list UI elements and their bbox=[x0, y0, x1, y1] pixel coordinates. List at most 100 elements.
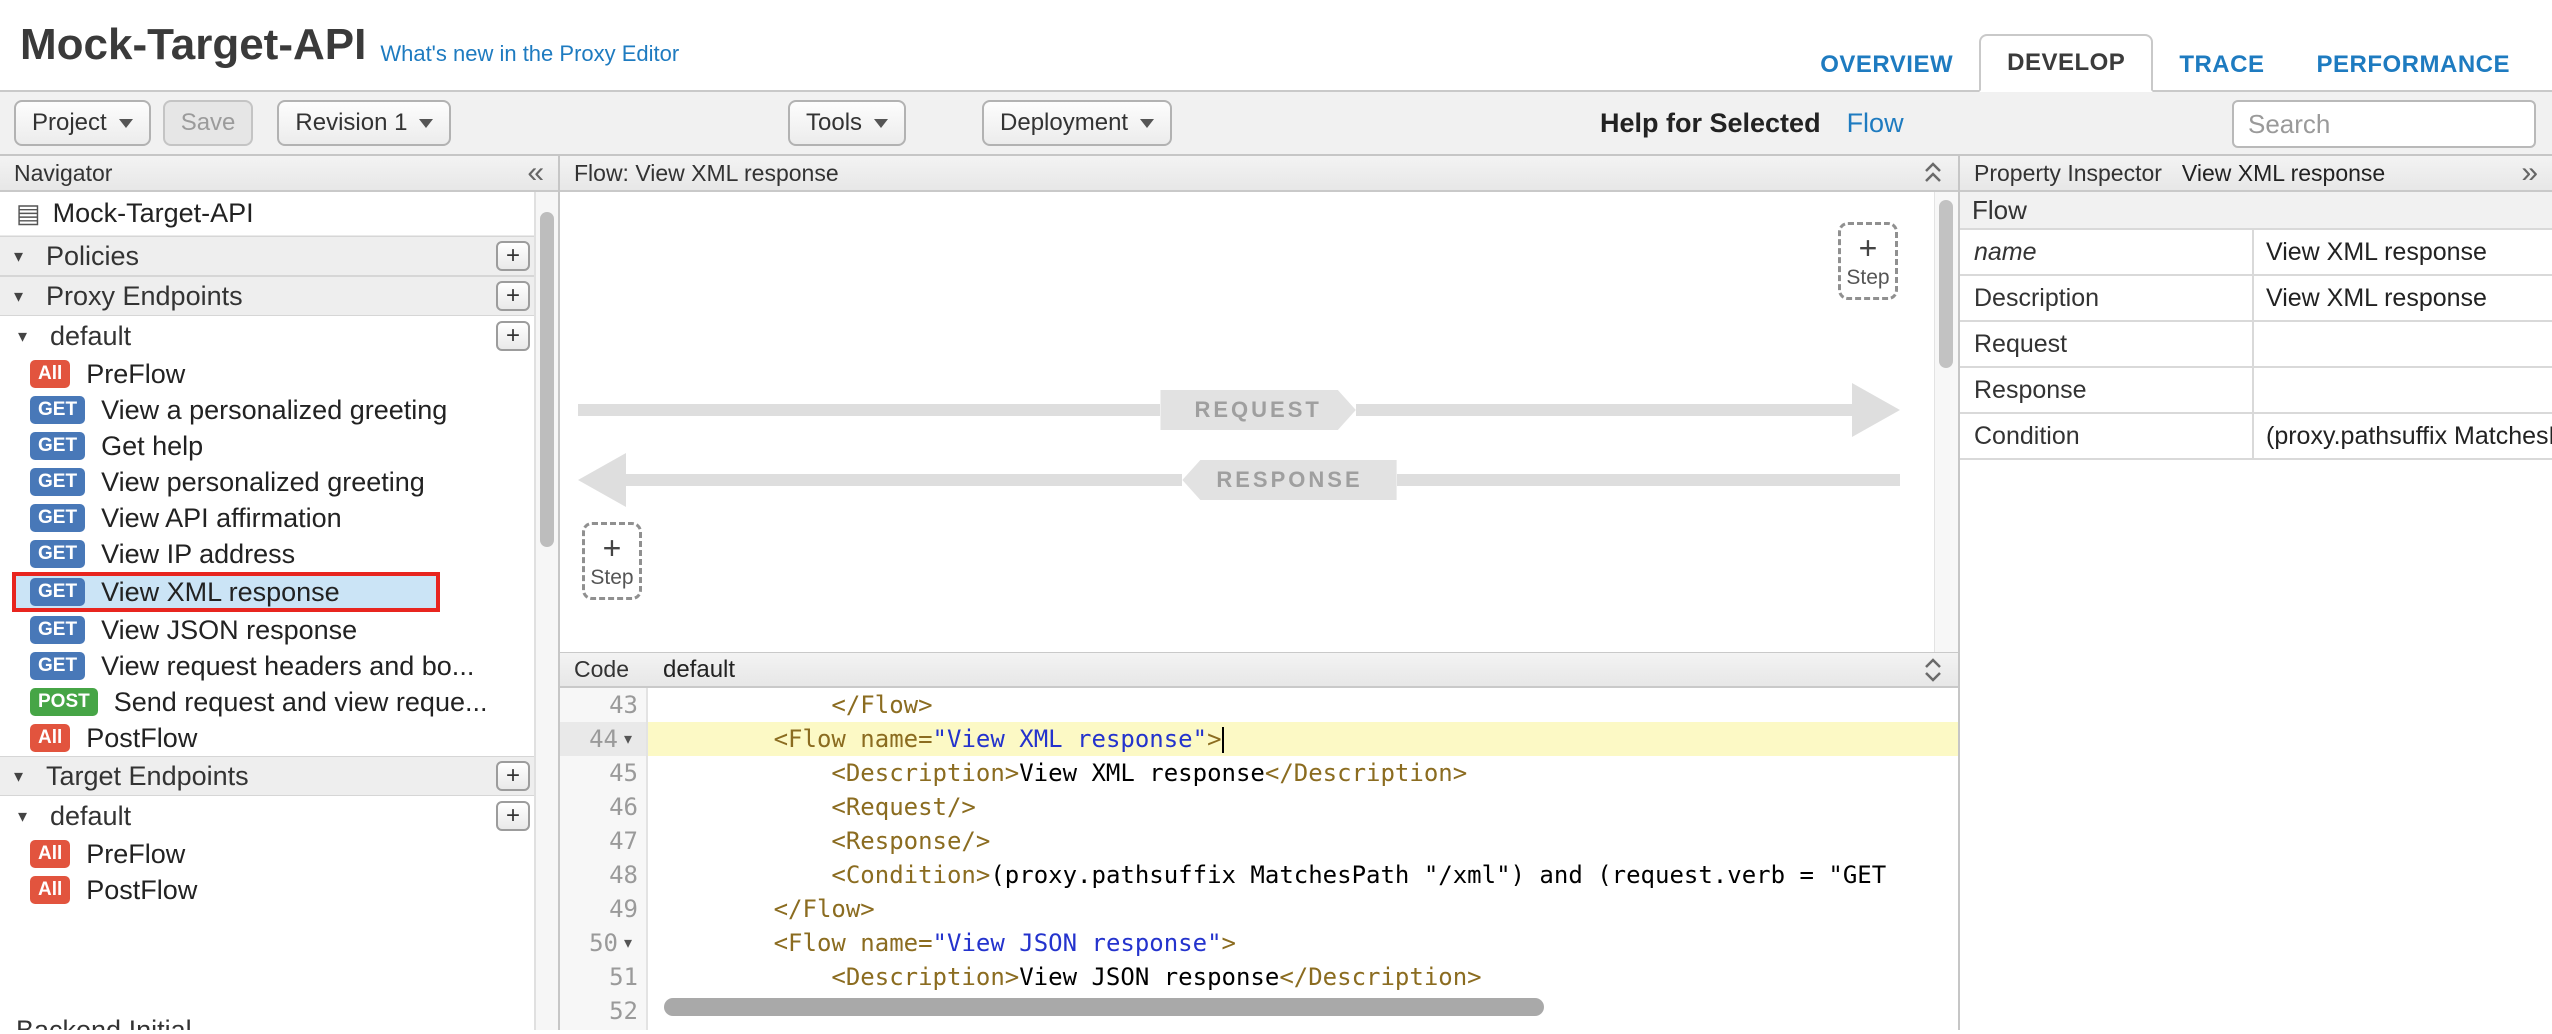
navigator-root-item[interactable]: ▤Mock-Target-API bbox=[0, 192, 558, 236]
method-badge: GET bbox=[30, 504, 85, 532]
nav-default[interactable]: ▾default+ bbox=[0, 796, 558, 836]
flow-item-send-request-and-view-reque[interactable]: POSTSend request and view reque... bbox=[0, 684, 558, 720]
flow-label: View IP address bbox=[101, 539, 295, 570]
add-step-button-bottom[interactable]: + Step bbox=[582, 522, 642, 600]
flow-item-preflow[interactable]: All PreFlow bbox=[0, 836, 558, 872]
property-value-field[interactable]: View XML response bbox=[2254, 276, 2552, 320]
flow-item-view-a-personalized-greeting[interactable]: GETView a personalized greeting bbox=[0, 392, 558, 428]
flow-item-view-request-headers-and-bo[interactable]: GETView request headers and bo... bbox=[0, 648, 558, 684]
add-button[interactable]: + bbox=[496, 761, 530, 791]
flow-label: PreFlow bbox=[86, 839, 185, 870]
line-number: 46 bbox=[560, 790, 646, 824]
fold-caret-icon[interactable]: ▾ bbox=[618, 729, 638, 749]
revision-dropdown-label: Revision 1 bbox=[295, 109, 407, 137]
flow-item-view-ip-address[interactable]: GETView IP address bbox=[0, 536, 558, 572]
flow-item-view-json-response[interactable]: GETView JSON response bbox=[0, 612, 558, 648]
root-label: Mock-Target-API bbox=[53, 198, 254, 229]
flow-item-postflow[interactable]: AllPostFlow bbox=[0, 720, 558, 756]
property-label: name bbox=[1960, 230, 2254, 274]
property-value-field[interactable] bbox=[2254, 322, 2552, 366]
toolbar-left-group: Project Save Revision 1 bbox=[14, 100, 451, 146]
method-badge: All bbox=[30, 360, 70, 388]
toolbar: Project Save Revision 1 Tools Deployment… bbox=[0, 92, 2552, 156]
code-line-50[interactable]: <Flow name="View JSON response"> bbox=[648, 926, 1958, 960]
fold-caret-icon[interactable]: ▾ bbox=[618, 933, 638, 953]
add-button[interactable]: + bbox=[496, 321, 530, 351]
flow-canvas: + Step REQUEST RESPONSE + Step bbox=[560, 192, 1958, 652]
project-dropdown[interactable]: Project bbox=[14, 100, 151, 146]
tab-trace[interactable]: TRACE bbox=[2153, 38, 2290, 92]
method-badge: GET bbox=[30, 432, 85, 460]
flow-panel-header: Flow: View XML response bbox=[560, 156, 1958, 192]
flow-item-preflow[interactable]: All PreFlow bbox=[0, 356, 558, 392]
collapse-navigator-icon[interactable]: « bbox=[527, 158, 544, 188]
code-line-48[interactable]: <Condition>(proxy.pathsuffix MatchesPath… bbox=[648, 858, 1958, 892]
expand-inspector-icon[interactable]: » bbox=[2521, 158, 2538, 188]
navigator-clipped-text: Backend Initial... bbox=[16, 1015, 214, 1030]
add-button[interactable]: + bbox=[496, 241, 530, 271]
method-badge: All bbox=[30, 724, 70, 752]
flow-scrollbar-thumb[interactable] bbox=[1939, 200, 1953, 368]
nav-policies[interactable]: ▾Policies+ bbox=[0, 236, 558, 276]
save-button[interactable]: Save bbox=[163, 100, 254, 146]
expand-code-panel-icon[interactable] bbox=[1922, 657, 1944, 683]
navigator-title: Navigator bbox=[14, 160, 112, 187]
property-inspector-panel: Property Inspector View XML response » F… bbox=[1960, 156, 2552, 1030]
method-badge: POST bbox=[30, 688, 98, 716]
add-button[interactable]: + bbox=[496, 281, 530, 311]
tab-overview[interactable]: OVERVIEW bbox=[1794, 38, 1979, 92]
property-value-field[interactable]: (proxy.pathsuffix MatchesPath "/x bbox=[2254, 414, 2552, 458]
flow-item-view-personalized-greeting[interactable]: GETView personalized greeting bbox=[0, 464, 558, 500]
code-line-49[interactable]: </Flow> bbox=[648, 892, 1958, 926]
revision-dropdown[interactable]: Revision 1 bbox=[277, 100, 451, 146]
help-flow-link[interactable]: Flow bbox=[1847, 108, 1904, 139]
search-input[interactable] bbox=[2232, 100, 2536, 148]
nav-proxy-endpoints[interactable]: ▾ Proxy Endpoints + bbox=[0, 276, 558, 316]
request-label: REQUEST bbox=[1160, 390, 1355, 430]
project-dropdown-label: Project bbox=[32, 109, 107, 137]
tab-performance[interactable]: PERFORMANCE bbox=[2290, 38, 2536, 92]
property-value-field[interactable] bbox=[2254, 368, 2552, 412]
whats-new-link[interactable]: What's new in the Proxy Editor bbox=[380, 41, 679, 67]
code-line-46[interactable]: <Request/> bbox=[648, 790, 1958, 824]
code-tab-default[interactable]: default bbox=[663, 656, 735, 684]
code-line-44[interactable]: <Flow name="View XML response"> bbox=[648, 722, 1958, 756]
add-step-button-top[interactable]: + Step bbox=[1838, 222, 1898, 300]
caret-down-icon bbox=[119, 119, 133, 128]
code-line-51[interactable]: <Description>View JSON response</Descrip… bbox=[648, 960, 1958, 994]
nav-default[interactable]: ▾default+ bbox=[0, 316, 558, 356]
header-tabs: OVERVIEWDEVELOPTRACEPERFORMANCE bbox=[1794, 34, 2536, 92]
add-button[interactable]: + bbox=[496, 801, 530, 831]
navigator-scrollbar bbox=[534, 192, 558, 1030]
flow-item-view-xml-response[interactable]: GETView XML response bbox=[12, 572, 440, 612]
deployment-dropdown[interactable]: Deployment bbox=[982, 100, 1172, 146]
navigator-panel: Navigator « ▤Mock-Target-API▾Policies+ ▾ P… bbox=[0, 156, 560, 1030]
flow-item-view-api-affirmation[interactable]: GETView API affirmation bbox=[0, 500, 558, 536]
code-line-45[interactable]: <Description>View XML response</Descript… bbox=[648, 756, 1958, 790]
inspector-row-condition: Condition(proxy.pathsuffix MatchesPath "… bbox=[1960, 414, 2552, 460]
navigator-scrollbar-thumb[interactable] bbox=[540, 212, 554, 547]
caret-down-icon: ▾ bbox=[18, 326, 40, 347]
editor-column: Flow: View XML response + Step REQUEST bbox=[560, 156, 1960, 1030]
section-label: Proxy Endpoints bbox=[46, 281, 243, 312]
property-value-field[interactable]: View XML response bbox=[2254, 230, 2552, 274]
code-horizontal-scrollbar-thumb[interactable] bbox=[664, 998, 1544, 1016]
flow-label: View personalized greeting bbox=[101, 467, 425, 498]
flow-label: PreFlow bbox=[86, 359, 185, 390]
tab-develop[interactable]: DEVELOP bbox=[1979, 34, 2153, 92]
line-number: 50▾ bbox=[560, 926, 646, 960]
nav-target-endpoints[interactable]: ▾Target Endpoints+ bbox=[0, 756, 558, 796]
request-arrowhead-icon bbox=[1852, 383, 1900, 437]
method-badge: All bbox=[30, 840, 70, 868]
method-badge: All bbox=[30, 876, 70, 904]
flow-item-postflow[interactable]: AllPostFlow bbox=[0, 872, 558, 908]
code-line-43[interactable]: </Flow> bbox=[648, 688, 1958, 722]
caret-down-icon: ▾ bbox=[18, 806, 40, 827]
inspector-row-request: Request bbox=[1960, 322, 2552, 368]
collapse-flow-panel-icon[interactable] bbox=[1922, 160, 1944, 186]
code-editor: 4344▾454647484950▾5152 </Flow> <Flow nam… bbox=[560, 688, 1958, 1030]
tools-dropdown[interactable]: Tools bbox=[788, 100, 906, 146]
caret-down-icon: ▾ bbox=[14, 286, 36, 307]
code-line-47[interactable]: <Response/> bbox=[648, 824, 1958, 858]
flow-item-get-help[interactable]: GETGet help bbox=[0, 428, 558, 464]
